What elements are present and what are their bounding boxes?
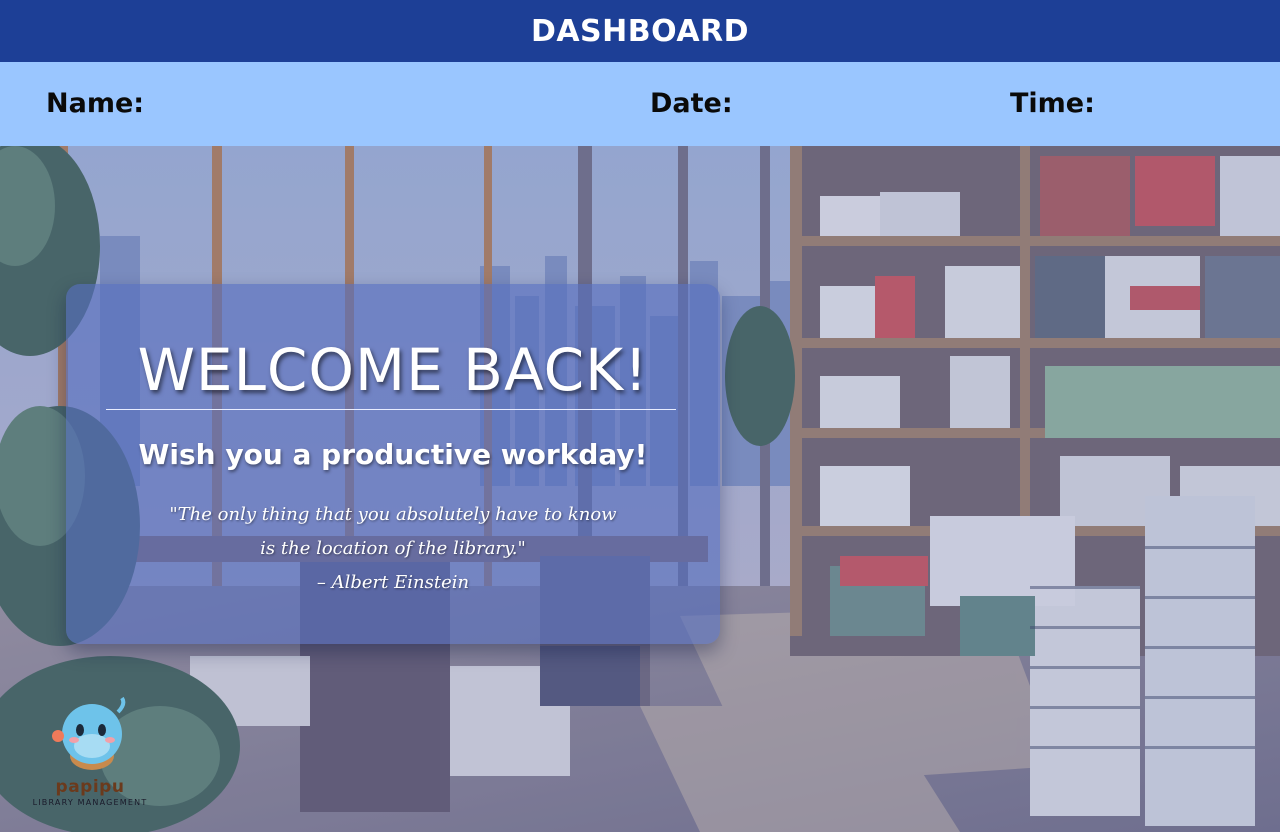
quote-author: – Albert Einstein — [316, 572, 470, 593]
info-bar: Name: Date: Time: — [0, 62, 1280, 146]
page-title: DASHBOARD — [530, 13, 750, 49]
date-label: Date: — [650, 88, 733, 119]
quote-line-1: "The only thing that you absolutely have… — [169, 504, 617, 525]
quote-line-2: is the location of the library." — [260, 538, 526, 559]
welcome-card: WELCOME BACK! Wish you a productive work… — [66, 284, 720, 644]
welcome-divider — [106, 409, 676, 410]
welcome-title: WELCOME BACK! — [137, 336, 649, 404]
dashboard-header: DASHBOARD — [0, 0, 1280, 62]
logo-wordmark: papipu — [55, 777, 125, 797]
welcome-subtitle: Wish you a productive workday! — [138, 438, 648, 471]
time-label: Time: — [1010, 88, 1095, 119]
name-label: Name: — [46, 88, 145, 119]
mascot-icon — [52, 696, 126, 770]
logo-tagline: LIBRARY MANAGEMENT — [32, 798, 148, 807]
app-logo: papipu LIBRARY MANAGEMENT — [22, 694, 158, 814]
